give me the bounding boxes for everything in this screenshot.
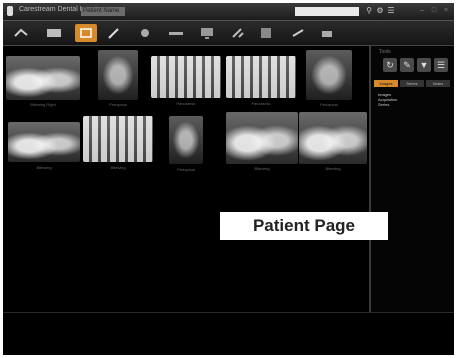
panel-icons: ↻ ✎ ▼ ☰	[383, 58, 448, 72]
bottom-bar	[3, 312, 454, 355]
settings-icon[interactable]: ⚙	[376, 6, 384, 16]
xray-image[interactable]	[169, 116, 203, 164]
menu-icon[interactable]: ☰	[387, 6, 395, 16]
template-icon[interactable]	[255, 24, 277, 42]
pen-icon[interactable]	[103, 24, 125, 42]
image-caption: Periapical	[109, 102, 127, 107]
image-caption: Bitewing Right	[30, 102, 56, 107]
ruler-icon[interactable]	[165, 24, 187, 42]
app-logo-icon	[7, 6, 13, 16]
page-label-overlay: Patient Page	[220, 212, 388, 240]
intraoral-icon[interactable]	[75, 24, 97, 42]
title-icons: ⚲ ⚙ ☰	[365, 6, 395, 16]
image-thumbnail[interactable]: Bitewing	[8, 122, 80, 172]
window-controls: – □ ×	[418, 6, 450, 15]
xray-image[interactable]	[226, 112, 298, 164]
image-gallery: Bitewing Right Periapical Panoramic Pano…	[3, 46, 369, 312]
image-caption: Bitewing	[325, 166, 341, 171]
list-icon[interactable]: ☰	[434, 58, 448, 72]
camera-icon[interactable]	[134, 24, 156, 42]
image-thumbnail[interactable]: Periapical	[169, 116, 203, 174]
maximize-icon[interactable]: □	[430, 6, 438, 15]
xray-image[interactable]	[226, 56, 296, 98]
panel-tabs: Images Series Notes	[374, 80, 450, 87]
image-caption: Panoramic	[251, 101, 271, 106]
share-icon[interactable]	[287, 24, 309, 42]
monitor-icon[interactable]	[196, 24, 218, 42]
edit-icon[interactable]: ✎	[400, 58, 414, 72]
panoramic-icon[interactable]	[43, 24, 65, 42]
image-thumbnail[interactable]: Periapical	[98, 50, 138, 110]
xray-image[interactable]	[306, 50, 352, 100]
image-caption: Bitewing	[110, 165, 126, 170]
main-toolbar	[3, 21, 454, 46]
search-icon[interactable]: ⚲	[365, 6, 373, 16]
xray-acquire-icon[interactable]	[10, 24, 32, 42]
xray-image[interactable]	[6, 56, 80, 100]
image-caption: Periapical	[177, 167, 195, 172]
tree-item[interactable]: Series	[378, 102, 397, 107]
filter-icon[interactable]: ▼	[417, 58, 431, 72]
tab-series[interactable]: Series	[400, 80, 424, 87]
tab-notes[interactable]: Notes	[426, 80, 450, 87]
application-window: Carestream Dental Imaging Patient Name ⚲…	[3, 3, 454, 355]
minimize-icon[interactable]: –	[418, 6, 426, 15]
image-thumbnail[interactable]: Bitewing	[226, 112, 298, 172]
image-tree: Images Acquisition Series	[378, 92, 397, 107]
image-caption: Periapical	[320, 102, 338, 107]
xray-image[interactable]	[83, 116, 153, 162]
right-panel: Tools ↻ ✎ ▼ ☰ Images Series Notes Images…	[369, 46, 454, 312]
image-thumbnail[interactable]: Periapical	[306, 50, 352, 110]
image-thumbnail[interactable]: Panoramic	[151, 56, 221, 108]
image-caption: Panoramic	[176, 101, 196, 106]
image-caption: Bitewing	[36, 165, 52, 170]
patient-name-field[interactable]: Patient Name	[81, 7, 125, 16]
xray-image[interactable]	[8, 122, 80, 162]
title-bar: Carestream Dental Imaging Patient Name ⚲…	[3, 3, 454, 21]
tab-images[interactable]: Images	[374, 80, 398, 87]
close-icon[interactable]: ×	[442, 6, 450, 15]
xray-image[interactable]	[98, 50, 138, 100]
image-thumbnail[interactable]: Panoramic	[226, 56, 296, 108]
image-thumbnail[interactable]: Bitewing Right	[6, 56, 80, 108]
refresh-icon[interactable]: ↻	[383, 58, 397, 72]
search-input[interactable]	[295, 7, 359, 16]
image-caption: Bitewing	[254, 166, 270, 171]
tools-icon[interactable]	[227, 24, 249, 42]
xray-image[interactable]	[299, 112, 367, 164]
image-thumbnail[interactable]: Bitewing	[299, 112, 367, 172]
image-thumbnail[interactable]: Bitewing	[83, 116, 153, 172]
xray-image[interactable]	[151, 56, 221, 98]
panel-label: Tools	[379, 49, 391, 55]
print-icon[interactable]	[316, 24, 338, 42]
